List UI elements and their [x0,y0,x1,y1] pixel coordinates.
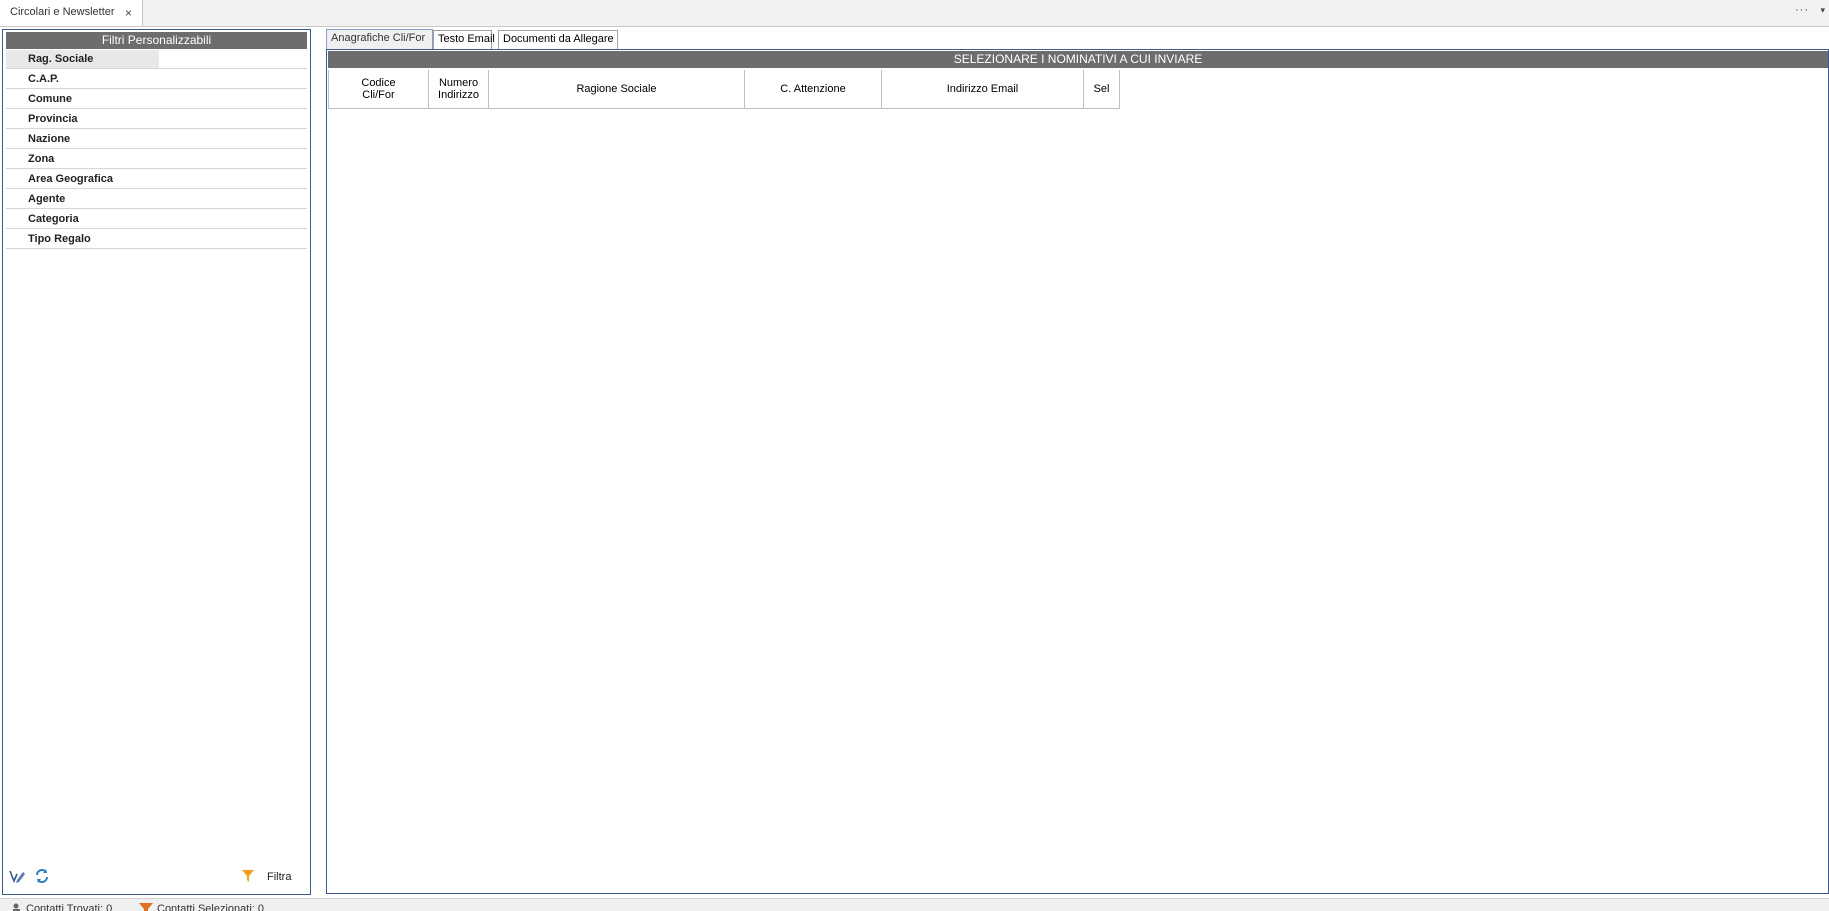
recipients-grid: SELEZIONARE I NOMINATIVI A CUI INVIARE C… [326,49,1829,894]
chevron-down-icon[interactable]: ▾ [1820,5,1825,16]
filter-row-nazione[interactable]: Nazione [6,130,307,149]
filter-row-area-geografica[interactable]: Area Geografica [6,170,307,189]
filter-label: Provincia [28,113,78,125]
column-header-text: Codice Cli/For [361,77,395,101]
funnel-icon [241,869,255,886]
column-header-line: Sel [1093,83,1110,95]
document-tab-title: Circolari e Newsletter [10,6,115,18]
filter-label: Nazione [28,133,71,145]
column-header-text: Numero Indirizzo [438,77,479,101]
filter-toolbar: Filtra [3,865,310,889]
filter-button-label: Filtra [267,871,292,883]
column-header-numero-indirizzo[interactable]: Numero Indirizzo [429,70,489,109]
document-tab-strip: Circolari e Newsletter × ··· ▾ [0,0,1829,27]
edit-filters-icon[interactable] [8,868,26,887]
filter-panel-title: Filtri Personalizzabili [6,32,307,49]
filter-label: Area Geografica [28,173,113,185]
filter-button[interactable]: Filtra [235,867,305,887]
column-header-line: Indirizzo Email [946,83,1019,95]
column-header-ragione-sociale[interactable]: Ragione Sociale [489,70,745,109]
column-header-line: Ragione Sociale [576,83,657,95]
filter-label: Categoria [28,213,79,225]
filter-value-input[interactable] [159,70,307,88]
filter-row-tipo-regalo[interactable]: Tipo Regalo [6,230,307,249]
column-header-sel[interactable]: Sel [1084,70,1120,109]
filter-value-input[interactable] [159,130,307,148]
filter-row-cap[interactable]: C.A.P. [6,70,307,89]
filter-row-provincia[interactable]: Provincia [6,110,307,129]
column-header-line: Cli/For [362,89,395,101]
filter-label: Agente [28,193,66,205]
filter-value-input[interactable] [159,230,307,248]
filter-label: Tipo Regalo [28,233,91,245]
document-tab-circolari[interactable]: Circolari e Newsletter × [0,0,143,26]
filter-row-rag-sociale[interactable]: Rag. Sociale [6,50,307,69]
filter-label: C.A.P. [28,73,59,85]
more-options-icon[interactable]: ··· [1795,4,1809,16]
filter-value-input[interactable] [159,190,307,208]
status-bar: Contatti Trovati: 0 Contatti Selezionati… [0,898,1829,911]
filter-value-input[interactable] [159,170,307,188]
tab-documenti[interactable]: Documenti da Allegare [498,30,618,49]
column-header-line: C. Attenzione [780,83,846,95]
filter-value-input[interactable] [159,150,307,168]
filter-row-zona[interactable]: Zona [6,150,307,169]
refresh-icon[interactable] [34,868,50,887]
filter-label: Comune [28,93,72,105]
tab-testo-email[interactable]: Testo Email [433,30,495,49]
column-header-line: Indirizzo [438,89,479,101]
close-icon[interactable]: × [125,6,132,20]
column-header-line: Codice [361,77,396,89]
column-header-indirizzo-email[interactable]: Indirizzo Email [882,70,1084,109]
filter-row-agente[interactable]: Agente [6,190,307,209]
grid-title: SELEZIONARE I NOMINATIVI A CUI INVIARE [328,51,1828,68]
filter-row-comune[interactable]: Comune [6,90,307,109]
filter-value-input[interactable] [159,50,307,68]
column-header-line: Numero [438,77,479,89]
filter-label: Rag. Sociale [6,50,159,68]
filter-list: Rag. Sociale C.A.P. Comune Provincia Naz… [6,50,307,250]
filter-row-categoria[interactable]: Categoria [6,210,307,229]
filter-value-input[interactable] [159,110,307,128]
filter-value-input[interactable] [159,90,307,108]
filter-value-input[interactable] [159,210,307,228]
tab-anagrafiche[interactable]: Anagrafiche Cli/For [326,29,433,50]
column-header-c-attenzione[interactable]: C. Attenzione [745,70,882,109]
main-panel: Anagrafiche Cli/For Testo Email Document… [326,29,1829,895]
filter-label: Zona [28,153,55,165]
filter-panel: Filtri Personalizzabili Rag. Sociale C.A… [2,29,311,895]
column-header-codice[interactable]: Codice Cli/For [328,70,429,109]
